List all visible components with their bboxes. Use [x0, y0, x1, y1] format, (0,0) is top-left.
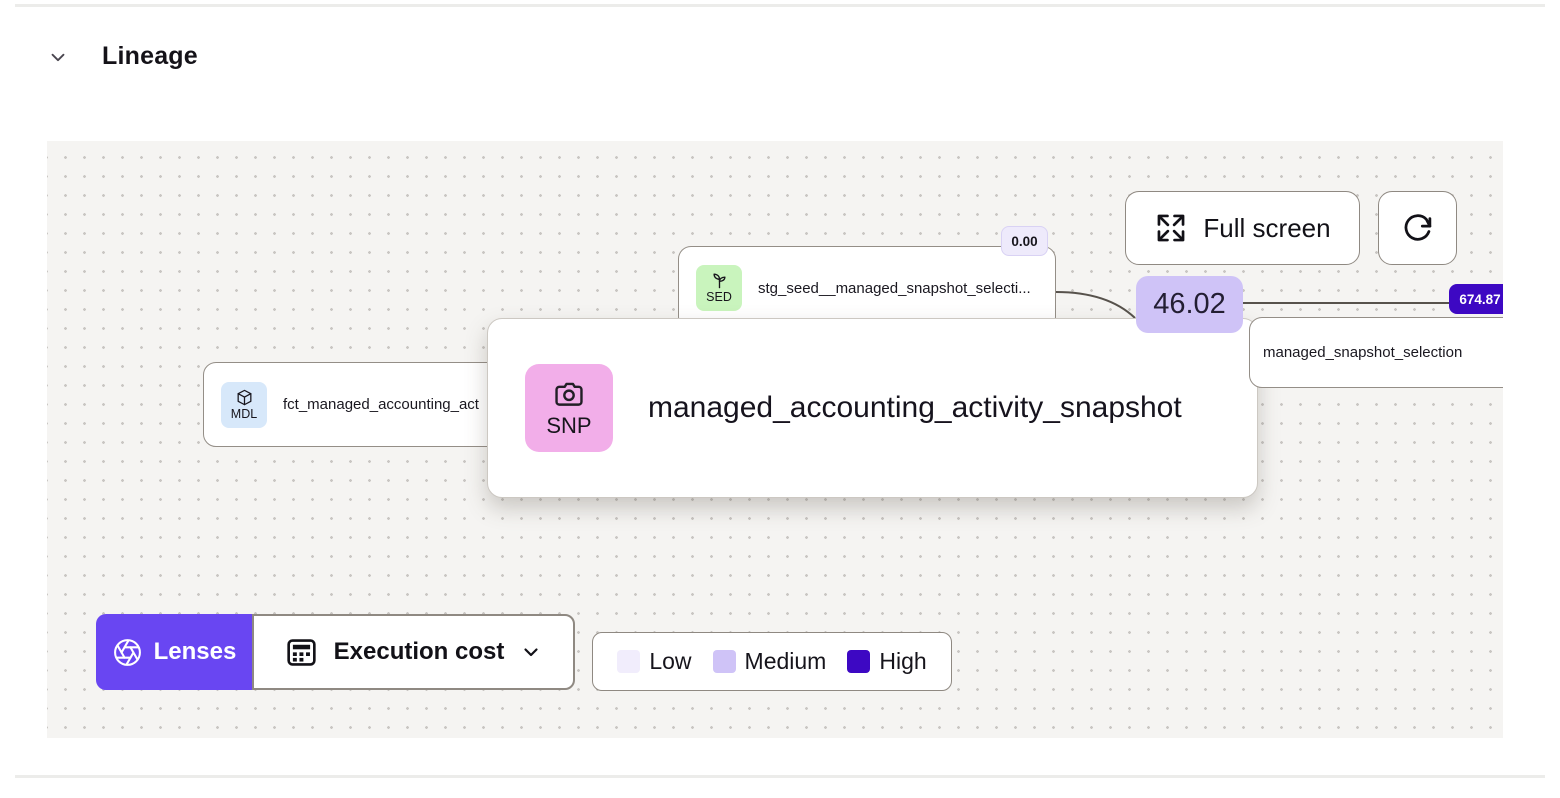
chevron-down-icon [524, 648, 538, 657]
lenses-label: Lenses [153, 638, 237, 665]
cost-badge-seed: 0.00 [1001, 226, 1048, 256]
legend-item-high: High [847, 648, 927, 675]
lenses-button[interactable]: Lenses [96, 614, 252, 690]
lineage-page: Lineage SED stg_seed__managed_snapshot_s… [0, 0, 1560, 798]
cube-icon: MDL [221, 381, 267, 428]
selected-lens-label: Execution cost [333, 638, 505, 665]
top-divider [15, 4, 1545, 7]
legend-swatch-high [847, 650, 871, 673]
node-full-name: managed_accounting_activity_snapshot [648, 391, 1182, 424]
chevron-down-icon[interactable] [47, 46, 69, 68]
node-label: fct_managed_accounting_act [283, 396, 479, 413]
lens-table-icon [286, 638, 316, 666]
expand-icon [1158, 214, 1185, 242]
seed-icon: SED [696, 265, 742, 311]
lens-bar: Lenses Execution cost [96, 614, 575, 690]
legend-swatch-low [617, 650, 641, 673]
bottom-divider [15, 775, 1545, 778]
resource-type-code: SNP [546, 413, 592, 439]
camera-icon: SNP [525, 364, 613, 452]
refresh-button[interactable] [1378, 191, 1457, 265]
legend-item-medium: Medium [712, 648, 827, 675]
lineage-canvas[interactable]: SED stg_seed__managed_snapshot_selecti..… [47, 141, 1503, 738]
cost-badge-selection: 674.87 [1449, 284, 1503, 314]
legend-label: Medium [744, 648, 827, 674]
refresh-icon [1404, 213, 1432, 241]
legend-label: High [879, 648, 927, 674]
legend-item-low: Low [617, 648, 692, 675]
node-managed-snapshot-selection[interactable]: managed_snapshot_selection [1249, 317, 1503, 388]
full-screen-label: Full screen [1203, 212, 1331, 243]
cost-legend: Low Medium High [592, 632, 952, 691]
node-snapshot-hover-card[interactable]: SNP managed_accounting_activity_snapshot [487, 318, 1258, 498]
node-label: stg_seed__managed_snapshot_selecti... [758, 279, 1031, 297]
resource-type-code: SED [706, 290, 732, 305]
cost-badge-snapshot: 46.02 [1136, 276, 1243, 333]
legend-swatch-medium [712, 650, 736, 673]
full-screen-button[interactable]: Full screen [1125, 191, 1360, 265]
node-fct-model[interactable]: MDL fct_managed_accounting_act [203, 362, 503, 447]
resource-type-code: MDL [230, 406, 258, 421]
aperture-icon [113, 638, 141, 666]
legend-label: Low [649, 648, 692, 674]
page-title: Lineage [102, 42, 198, 70]
node-label: managed_snapshot_selection [1263, 344, 1463, 361]
lens-selector-dropdown[interactable]: Execution cost [252, 614, 575, 690]
section-header: Lineage [47, 42, 198, 71]
